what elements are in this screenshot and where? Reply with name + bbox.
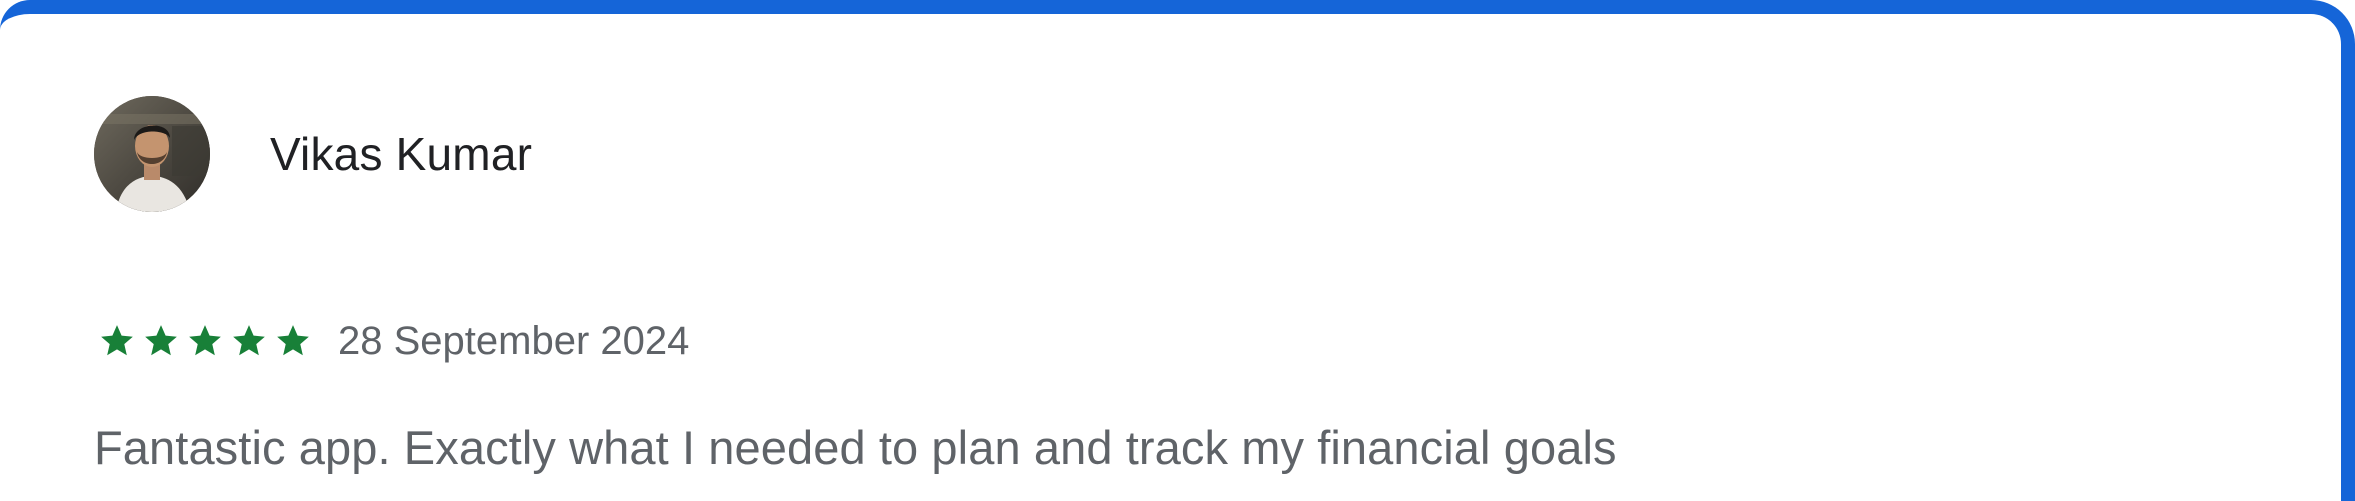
review-card: Vikas Kumar 28 September 2024 Fantastic … [0,14,2341,501]
star-icon [189,325,221,356]
review-text: Fantastic app. Exactly what I needed to … [94,421,1617,474]
reviewer-header: Vikas Kumar [94,96,532,212]
star-icon [277,325,309,356]
reviewer-name: Vikas Kumar [270,128,533,180]
star-rating [98,322,312,360]
review-card-frame: Vikas Kumar 28 September 2024 Fantastic … [0,0,2355,501]
review-date: 28 September 2024 [338,318,690,363]
star-icon [145,325,177,356]
avatar [94,96,210,212]
star-icon [101,325,133,356]
star-icon [233,325,265,356]
review-meta: 28 September 2024 [98,314,689,368]
